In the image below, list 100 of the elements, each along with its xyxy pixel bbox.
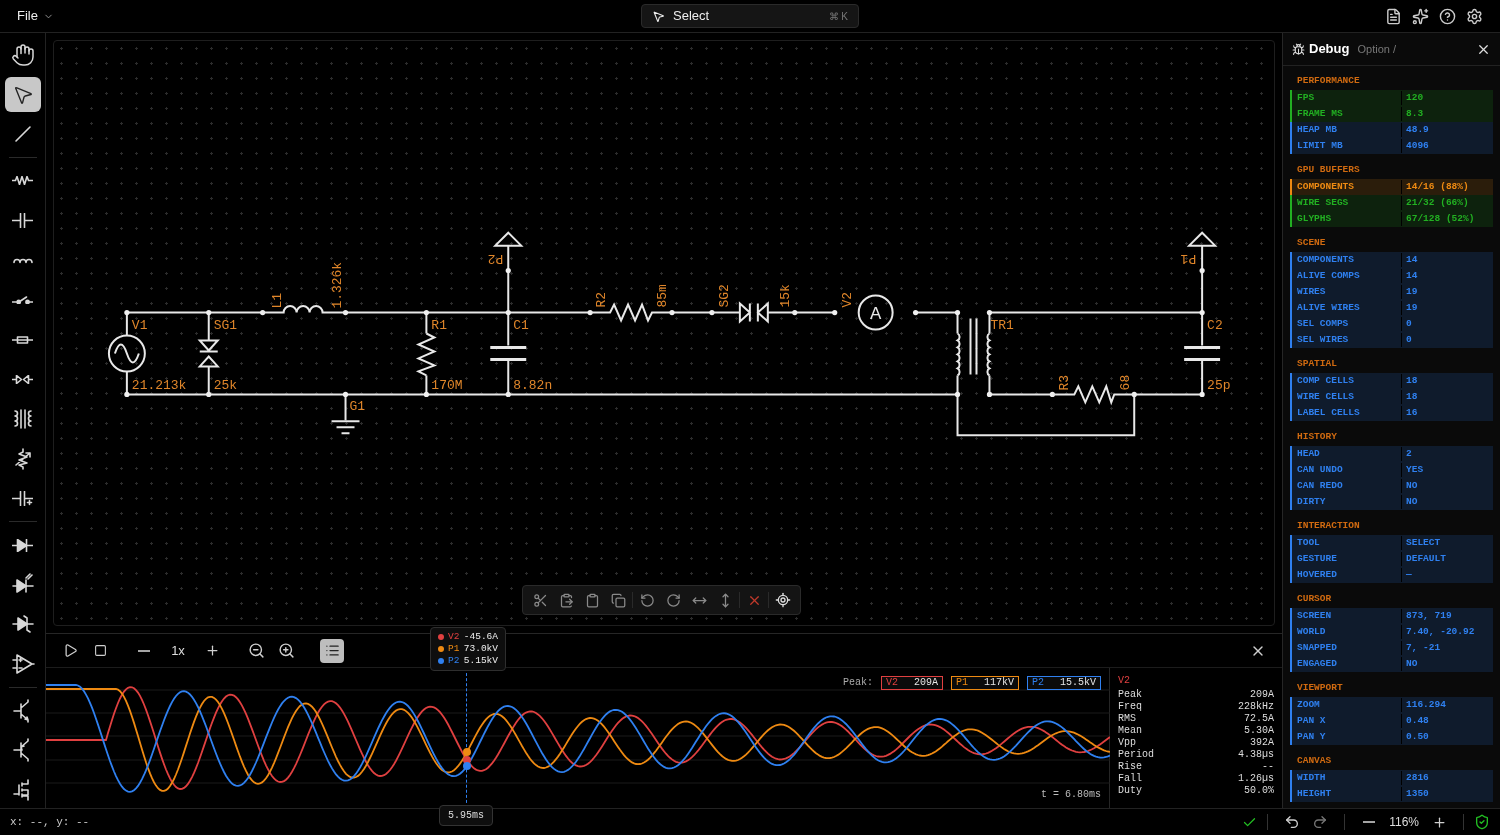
settings-button[interactable] [1466,7,1483,25]
part-value: 25p [1207,378,1231,394]
part-label: C2 [1207,318,1223,334]
list-toggle[interactable] [320,638,344,663]
junction-dot [124,309,130,316]
metric-value: 0.50 [1405,729,1429,744]
metric-value: 14 [1405,268,1418,283]
schematic-canvas[interactable]: A V1 21.213k SG1 25k L1 1.326k R1 170M C1 8.82n P2 R2 85m SG2 15k V2 TR1 R3 68 C2 25p P1 G1 [53,40,1275,626]
help-button[interactable] [1439,7,1456,25]
stat-value: 228kHz [1238,701,1274,713]
spark-gap-symbol [198,339,220,368]
junction-dot [1199,309,1205,316]
metric-label: CAN UNDO [1292,462,1402,478]
part-value: 15k [777,284,793,308]
part-value: 21.213k [131,378,187,394]
section-title: VIEWPORT [1296,681,1344,695]
metric-value: 16 [1405,405,1418,420]
part-label: TR1 [990,318,1014,334]
metric-label: GESTURE [1292,551,1402,567]
reading-value: 5.15kV [463,655,498,667]
peak-value: 15.5kV [1060,676,1096,690]
part-label: R2 [594,291,610,308]
junction-dot [342,309,349,316]
metric-value: 2 [1405,446,1412,461]
section-title: SPATIAL [1296,357,1338,371]
part-label: R3 [1057,374,1073,391]
probe-symbol [492,231,524,247]
crosshair-icon [775,592,791,608]
part-label: SG1 [213,318,238,334]
junction-dot [260,309,266,316]
stat-label: Peak [1118,689,1142,701]
channel-name: P1 [448,643,460,655]
spark-gap-icon [12,374,33,384]
stat-value: -- [1262,761,1274,773]
diode-icon [12,538,33,552]
peak-value: 209A [913,676,938,690]
metric-value: 19 [1405,300,1418,315]
junction-dot [505,391,511,397]
stat-label: Vpp [1118,737,1136,749]
junction-dot [423,391,429,397]
section-title: HISTORY [1296,430,1338,444]
stat-label: Duty [1118,785,1142,797]
junction-dot [1199,391,1205,397]
capacitor-symbol [488,346,528,361]
reading-value: -45.6A [463,631,498,643]
junction-dot [1199,268,1205,274]
metric-label: SNAPPED [1292,640,1402,656]
metric-value: SELECT [1405,535,1441,550]
file-menu[interactable]: File [17,6,54,26]
plus-icon [1431,814,1447,830]
metric-value: YES [1405,462,1424,477]
stat-value: 392A [1250,737,1274,749]
pointer-icon [652,9,665,23]
metric-label: DIRTY [1292,494,1402,510]
junction-dot [505,309,511,316]
tool-button[interactable] [4,76,41,113]
stat-label: Rise [1118,761,1142,773]
plus-icon [204,643,220,658]
ammeter-symbol: A [857,294,894,331]
command-button[interactable]: Select ⌘ K [641,4,859,28]
junction-dot [954,391,961,397]
metric-label: WIRES [1292,284,1402,300]
junction-dot [206,309,212,316]
metric-value: 116.294 [1405,697,1446,712]
shield-check-icon [1474,814,1490,830]
section-title: CANVAS [1296,754,1333,768]
zoom-out-icon [247,642,265,659]
junction-dot [124,391,130,397]
metric-value: 0 [1405,316,1412,331]
metric-value: 8.3 [1405,106,1424,121]
sparkles-button[interactable] [1412,7,1429,25]
resistor-icon [12,176,33,186]
metric-label: TOOL [1292,535,1402,551]
junction-dot [986,309,993,316]
time-readout: t = 6.80ms [1041,788,1101,802]
junction-dot [206,391,212,397]
metric-value: 7, -21 [1405,640,1441,655]
panel-title: Debug [1309,40,1350,59]
metric-value: NO [1405,478,1418,493]
junction-dot [913,309,919,316]
metric-label: SCREEN [1292,608,1402,624]
part-label: C1 [513,318,529,334]
voltage-source-symbol [107,334,146,373]
junction-dot [669,309,675,316]
part-value: 25k [213,378,238,394]
junction-dot [342,391,349,397]
metric-label: HEAD [1292,446,1402,462]
document-button[interactable] [1385,7,1402,25]
speed-button[interactable]: 1x [160,636,196,665]
stat-label: Fall [1118,773,1142,785]
ground-symbol [330,420,361,435]
metric-value: 18 [1405,389,1418,404]
metric-label: COMPONENTS [1292,252,1402,268]
junction-dot [709,309,715,316]
junction-dot [423,309,429,316]
metric-label: ALIVE COMPS [1292,268,1402,284]
metric-label: PAN X [1292,713,1402,729]
junction-dot [986,391,993,397]
settings-icon [1466,7,1483,25]
section-title: CURSOR [1296,592,1333,606]
